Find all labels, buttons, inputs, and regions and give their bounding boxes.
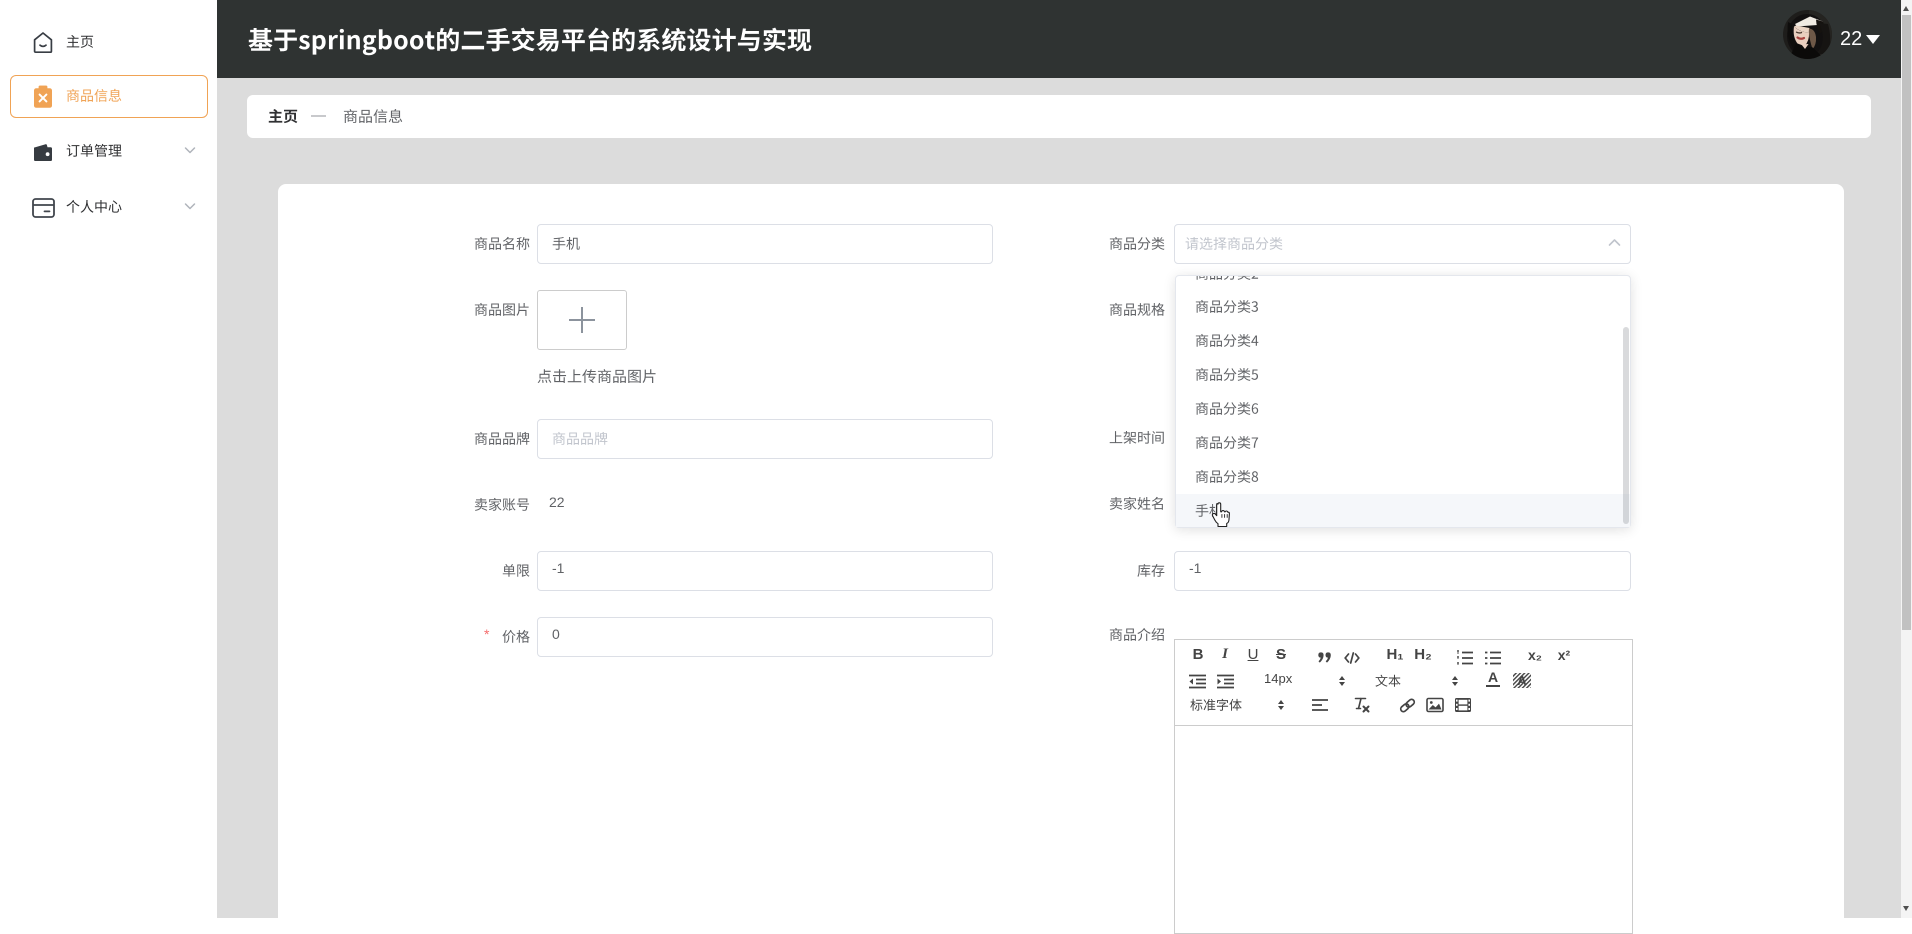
svg-text:A: A (1517, 673, 1527, 688)
